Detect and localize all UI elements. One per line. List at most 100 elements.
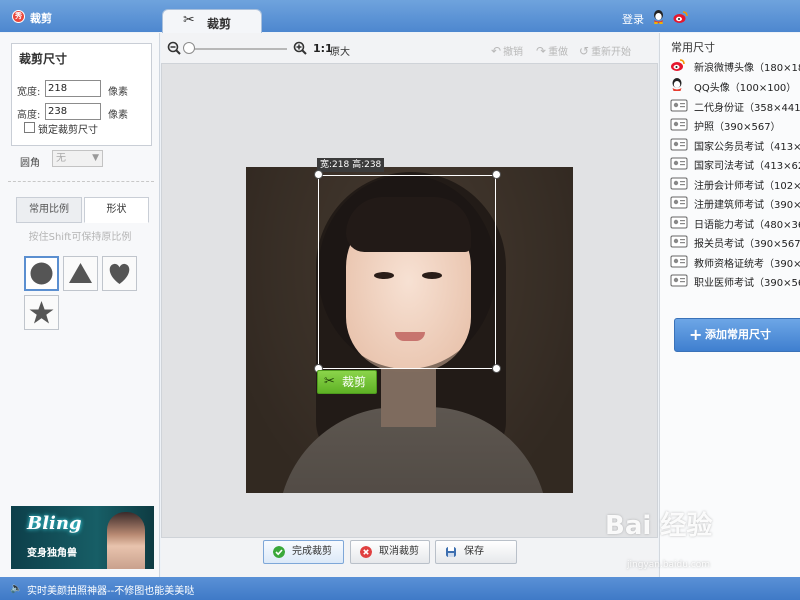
height-input[interactable]	[45, 103, 101, 120]
size-item-label: 注册建筑师考试（390×567）	[694, 200, 800, 211]
size-item-id-card[interactable]: 二代身份证（358×441）	[670, 96, 800, 115]
size-item-civil-service[interactable]: 国家公务员考试（413×531）	[670, 135, 800, 154]
banner-title: Bling	[27, 513, 82, 534]
redo-icon: ↷	[536, 44, 547, 58]
shape-heart-button[interactable]	[102, 256, 137, 291]
size-item-label: 日语能力考试（480×360）	[694, 220, 800, 231]
height-label: 高度:	[17, 110, 41, 121]
crop-button[interactable]: ✂ 裁剪	[317, 370, 377, 394]
size-item-label: 二代身份证（358×441）	[694, 103, 800, 114]
save-label: 保存	[464, 546, 484, 557]
save-button[interactable]: 保存	[435, 540, 517, 564]
tab-crop[interactable]: ✂ 裁剪	[162, 9, 262, 33]
crop-dimension-label: 宽:218 高:238	[317, 158, 385, 172]
restart-icon: ↺	[579, 44, 590, 58]
id-card-icon	[670, 99, 688, 112]
save-icon	[446, 547, 456, 557]
size-item-qq[interactable]: QQ头像（100×100）	[670, 76, 800, 95]
redo-button[interactable]: ↷ 重做	[536, 43, 568, 58]
finish-crop-label: 完成裁剪	[292, 546, 332, 557]
corner-select[interactable]: 无 ▼	[52, 150, 103, 167]
lock-size-checkbox[interactable]	[24, 122, 35, 133]
heart-icon	[109, 263, 130, 284]
original-size-button[interactable]: 原大	[330, 43, 350, 58]
lock-size-label[interactable]: 锁定裁剪尺寸	[38, 121, 98, 136]
size-item-label: 职业医师考试（390×567）	[694, 278, 800, 289]
editor-area: 1:1 原大 ↶撤销 ↷重做 ↺重新开始 宽:218 高:238 ✂ 裁剪	[161, 33, 658, 577]
zoom-toolbar: 1:1 原大 ↶ 撤销 ↷ 重做 ↺ 重新开始	[161, 33, 658, 63]
add-common-size-button[interactable]: + 添加常用尺寸	[674, 318, 800, 352]
left-panel: 裁剪尺寸 宽度: 像素 高度: 像素 锁定裁剪尺寸 圆角 无 ▼ 常用比例 形状…	[0, 33, 160, 577]
redo-label: 重做	[548, 47, 569, 58]
size-item-weibo[interactable]: 新浪微博头像（180×180）	[670, 56, 800, 75]
cancel-crop-label: 取消裁剪	[379, 546, 419, 557]
size-item-japanese[interactable]: 日语能力考试（480×360）	[670, 213, 800, 232]
status-message[interactable]: 实时美颜拍照神器--不修图也能美美哒	[27, 582, 194, 597]
image-canvas[interactable]: 宽:218 高:238 ✂ 裁剪	[161, 63, 658, 538]
weibo-icon[interactable]	[673, 10, 688, 24]
size-item-judicial[interactable]: 国家司法考试（413×626）	[670, 154, 800, 173]
app-logo-icon: 秀	[12, 10, 25, 23]
zoom-out-icon[interactable]	[167, 41, 181, 55]
chevron-down-icon: ▼	[92, 153, 99, 163]
id-card-icon	[670, 196, 688, 209]
plus-icon: +	[689, 325, 703, 344]
shape-star-button[interactable]	[24, 295, 59, 330]
scissors-icon: ✂	[324, 374, 335, 389]
tab-common-ratio[interactable]: 常用比例	[16, 197, 82, 223]
restart-button[interactable]: ↺ 重新开始	[579, 43, 631, 58]
photo	[246, 167, 573, 493]
crop-handle-top-right[interactable]	[492, 170, 501, 179]
size-item-label: 教师资格证统考（390×567）	[694, 259, 800, 270]
size-item-customs[interactable]: 报关员考试（390×567）	[670, 232, 800, 251]
size-item-physician[interactable]: 职业医师考试（390×567）	[670, 271, 800, 290]
crop-size-heading: 裁剪尺寸	[19, 52, 68, 66]
size-item-teacher[interactable]: 教师资格证统考（390×567）	[670, 252, 800, 271]
window-title: 裁剪	[30, 12, 52, 25]
zoom-slider-handle[interactable]	[183, 42, 195, 54]
size-item-label: 报关员考试（390×567）	[694, 239, 800, 250]
size-item-architect[interactable]: 注册建筑师考试（390×567）	[670, 193, 800, 212]
undo-icon: ↶	[491, 44, 502, 58]
baidu-watermark-url: jingyan.baidu.com	[627, 560, 711, 570]
id-card-icon	[670, 157, 688, 170]
shape-circle-button[interactable]	[24, 256, 59, 291]
size-item-passport[interactable]: 护照（390×567）	[670, 115, 800, 134]
restart-label: 重新开始	[591, 47, 632, 58]
crop-frame[interactable]	[318, 175, 496, 369]
finish-crop-button[interactable]: 完成裁剪	[263, 540, 344, 564]
id-card-icon	[670, 138, 688, 151]
promo-banner[interactable]: Bling 变身独角兽	[11, 506, 154, 569]
undo-button[interactable]: ↶ 撤销	[491, 43, 523, 58]
qq-icon[interactable]	[652, 10, 665, 24]
size-item-label: 国家公务员考试（413×531）	[694, 142, 800, 153]
baidu-watermark: Bai 经验	[605, 511, 713, 541]
corner-select-value: 无	[56, 153, 66, 164]
circle-icon	[30, 262, 53, 285]
id-card-icon	[670, 118, 688, 131]
id-card-icon	[670, 274, 688, 287]
crop-button-label: 裁剪	[342, 375, 367, 389]
crop-handle-bottom-right[interactable]	[492, 364, 501, 373]
id-card-icon	[670, 177, 688, 190]
size-item-cpa[interactable]: 注册会计师考试（102×126）	[670, 174, 800, 193]
shape-triangle-button[interactable]	[63, 256, 98, 291]
cancel-crop-button[interactable]: 取消裁剪	[350, 540, 430, 564]
shift-hint: 按住Shift可保持原比例	[28, 232, 132, 243]
weibo-icon	[671, 59, 685, 71]
divider	[8, 181, 154, 182]
check-icon	[273, 546, 285, 558]
zoom-in-icon[interactable]	[293, 41, 307, 55]
login-link[interactable]: 登录	[622, 11, 644, 27]
tab-crop-label: 裁剪	[207, 17, 232, 31]
id-card-icon	[670, 235, 688, 248]
zoom-slider-track[interactable]	[189, 48, 287, 50]
star-icon	[29, 301, 54, 324]
title-bar: 秀 裁剪 ✂ 裁剪 登录	[0, 0, 800, 33]
width-unit: 像素	[108, 87, 128, 98]
crop-handle-top-left[interactable]	[314, 170, 323, 179]
width-input[interactable]	[45, 80, 101, 97]
triangle-icon	[69, 263, 92, 283]
id-card-icon	[670, 255, 688, 268]
tab-shape[interactable]: 形状	[84, 197, 149, 223]
